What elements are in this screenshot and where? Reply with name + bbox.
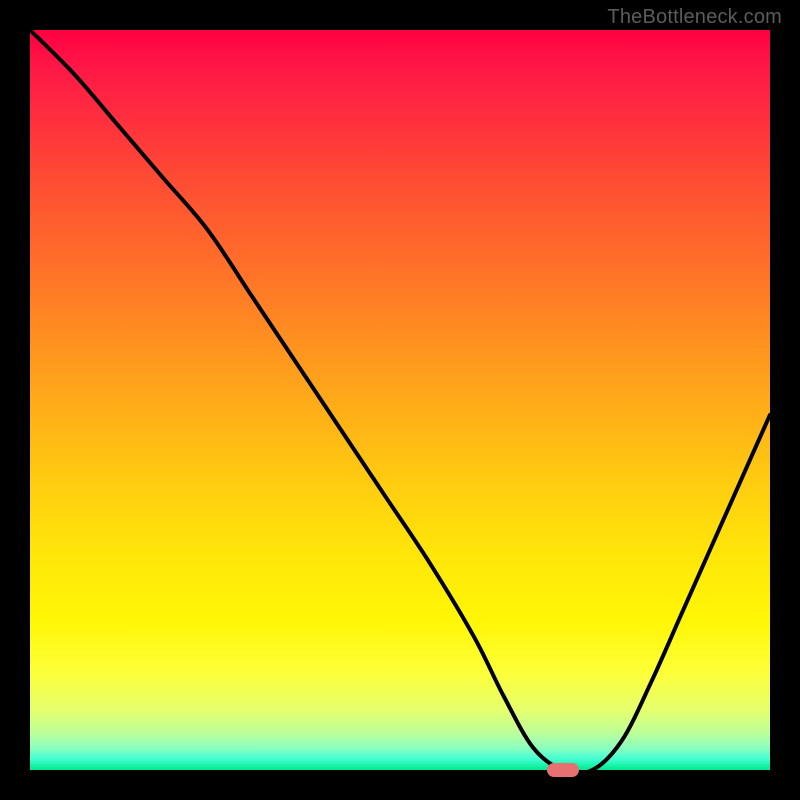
watermark-text: TheBottleneck.com: [607, 6, 782, 29]
chart-frame: TheBottleneck.com: [0, 0, 800, 800]
optimal-marker: [547, 763, 579, 777]
bottleneck-curve: [30, 30, 770, 770]
